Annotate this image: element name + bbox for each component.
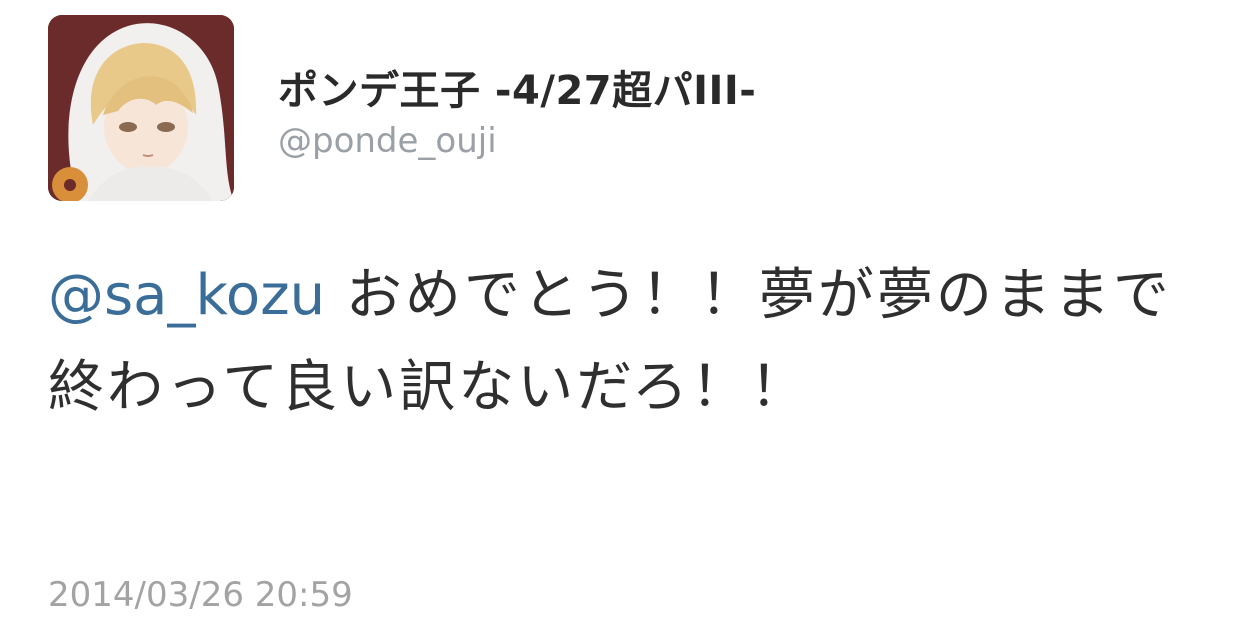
tweet-card: ポンデ王子 -4/27超パIII- @ponde_ouji @sa_kozu お… <box>0 0 1252 626</box>
tweet-body: @sa_kozu おめでとう！！夢が夢のままで終わって良い訳ないだろ！！ <box>48 250 1198 434</box>
author-handle[interactable]: @ponde_ouji <box>278 121 497 161</box>
author-display-name[interactable]: ポンデ王子 -4/27超パIII- <box>278 58 756 116</box>
tweet-timestamp[interactable]: 2014/03/26 20:59 <box>48 575 353 615</box>
mention-link[interactable]: @sa_kozu <box>48 263 325 328</box>
user-avatar-icon[interactable] <box>48 15 234 201</box>
